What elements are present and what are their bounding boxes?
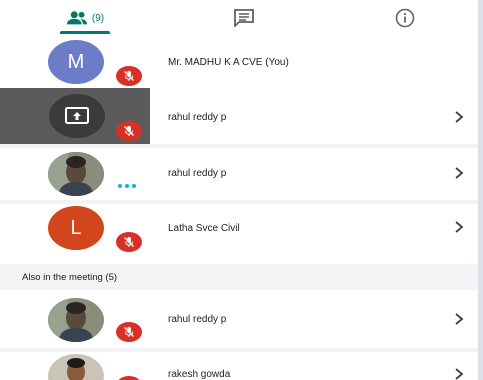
tab-chat[interactable]	[214, 0, 274, 36]
muted-icon	[116, 322, 142, 342]
participant-name: Latha Svce Civil	[168, 223, 240, 234]
chevron-right-icon[interactable]	[452, 367, 466, 380]
participant-row[interactable]: rakesh gowda	[0, 352, 478, 380]
muted-icon	[116, 121, 142, 141]
participant-info: Mr. MADHU K A CVE (You)	[150, 36, 478, 88]
participant-avatar-cell	[0, 88, 150, 144]
muted-icon	[116, 66, 142, 86]
chevron-right-icon[interactable]	[452, 166, 466, 180]
participant-name: rakesh gowda	[168, 369, 231, 380]
participant-info: rahul reddy p	[150, 290, 478, 348]
speaking-indicator	[118, 184, 136, 188]
panel-tabs: (9)	[0, 0, 478, 37]
participant-info: rahul reddy p	[150, 148, 478, 200]
participant-count: (9)	[91, 12, 105, 24]
participant-name: Mr. MADHU K A CVE (You)	[168, 57, 289, 68]
active-tab-indicator	[60, 31, 110, 34]
participant-row[interactable]: rahul reddy p	[0, 290, 478, 348]
avatar: L	[48, 206, 104, 250]
participants-panel: (9) M Mr. MADHU K A CVE (You) rahul redd…	[0, 0, 478, 380]
avatar	[48, 354, 104, 380]
chat-icon	[234, 9, 254, 27]
avatar	[48, 152, 104, 196]
section-title: Also in the meeting (5)	[22, 272, 118, 283]
participant-row[interactable]: L Latha Svce Civil	[0, 204, 478, 260]
chevron-right-icon[interactable]	[452, 312, 466, 326]
participant-row[interactable]: rahul reddy p	[0, 148, 478, 200]
participant-info: rakesh gowda	[150, 352, 478, 380]
people-icon	[66, 11, 87, 25]
participant-row[interactable]: M Mr. MADHU K A CVE (You)	[0, 36, 478, 88]
participant-info: Latha Svce Civil	[150, 204, 478, 260]
participant-avatar-cell	[0, 148, 150, 200]
chevron-right-icon[interactable]	[452, 110, 466, 124]
participant-avatar-cell	[0, 290, 150, 348]
participant-avatar-cell: L	[0, 204, 150, 260]
avatar: M	[48, 40, 104, 84]
chevron-right-icon[interactable]	[452, 220, 466, 234]
muted-icon	[116, 232, 142, 252]
presenting-icon	[49, 94, 105, 138]
tab-info[interactable]	[375, 0, 435, 36]
participant-info: rahul reddy p	[150, 88, 478, 144]
also-in-meeting-header: Also in the meeting (5)	[0, 264, 478, 290]
avatar	[48, 298, 104, 342]
info-icon	[395, 8, 415, 28]
participant-avatar-cell	[0, 352, 150, 380]
participant-name: rahul reddy p	[168, 112, 227, 123]
participant-name: rahul reddy p	[168, 168, 227, 179]
participant-name: rahul reddy p	[168, 314, 227, 325]
muted-icon	[116, 376, 142, 380]
participant-row[interactable]: rahul reddy p	[0, 88, 478, 144]
participant-avatar-cell: M	[0, 36, 150, 88]
